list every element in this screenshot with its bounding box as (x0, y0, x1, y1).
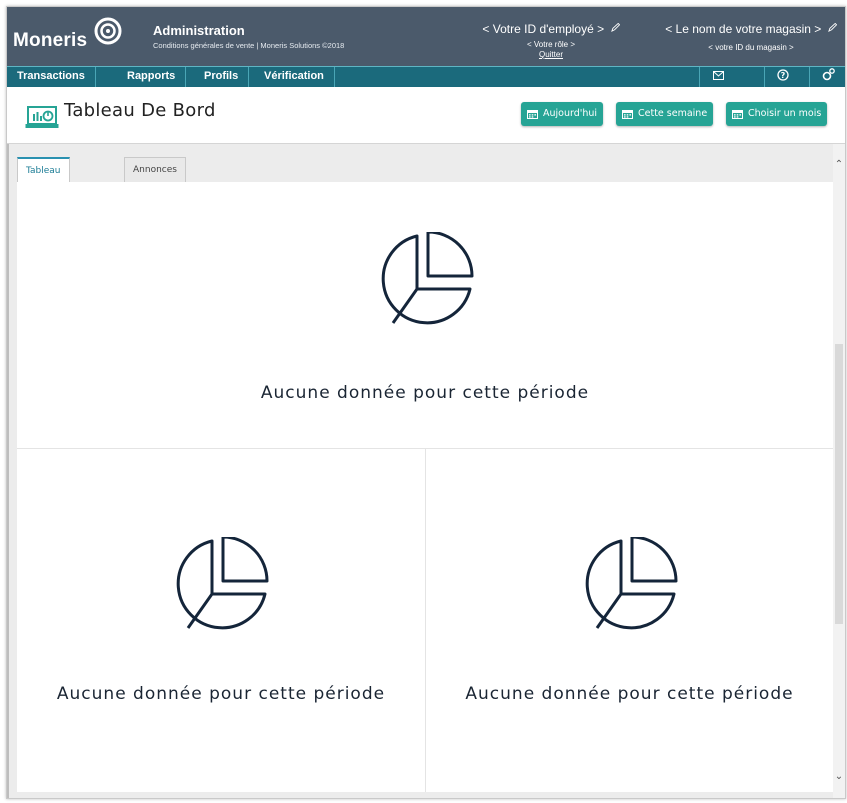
store-block: < Le nom de votre magasin > < votre ID d… (657, 20, 845, 52)
app-subtitle-link[interactable]: Conditions générales de vente | Moneris … (153, 41, 344, 50)
store-name[interactable]: < Le nom de votre magasin > (665, 22, 821, 36)
scroll-thumb[interactable] (835, 344, 843, 624)
nav-profils[interactable]: Profils (194, 67, 250, 87)
empty-state-text: Aucune donnée pour cette période (56, 684, 386, 704)
content-area: Tableau de bord Annonces Aucune donnée p… (7, 144, 845, 798)
today-button-label: Aujourd'hui (543, 108, 598, 119)
dashboard-icon (25, 106, 59, 128)
moneris-logo[interactable]: Moneris (13, 17, 133, 57)
scroll-up-icon[interactable]: ⌃ (833, 158, 845, 172)
main-nav: Transactions Rapports Profils Vérificati… (7, 66, 845, 88)
choose-month-button-label: Choisir un mois (748, 108, 822, 119)
content-left-border (7, 144, 9, 798)
dashboard-header: Tableau De Bord Aujourd'hui Cette semain… (7, 87, 845, 144)
app-title: Administration (153, 23, 245, 38)
tab-announcements[interactable]: Annonces (124, 157, 186, 182)
page-title: Tableau De Bord (64, 100, 216, 121)
pencil-icon[interactable] (610, 23, 620, 32)
nav-transactions[interactable]: Transactions (7, 67, 96, 87)
settings-icon[interactable] (809, 67, 845, 87)
bottom-right-chart-card: Aucune donnée pour cette période (426, 449, 833, 792)
app-window: Moneris Administration Conditions généra… (6, 6, 846, 799)
store-id: < votre ID du magasin > (708, 43, 794, 52)
nav-rapports[interactable]: Rapports (117, 67, 187, 87)
help-icon[interactable]: ? (764, 67, 801, 87)
dashboard-panel: Aucune donnée pour cette période Aucune … (17, 182, 833, 792)
calendar-icon (732, 110, 743, 119)
this-week-button[interactable]: Cette semaine (616, 102, 714, 126)
pie-chart-icon (381, 232, 474, 325)
this-week-button-label: Cette semaine (638, 108, 708, 119)
svg-text:?: ? (781, 71, 786, 80)
mail-icon[interactable] (699, 67, 736, 87)
logo-text: Moneris (13, 30, 88, 51)
tab-dashboard[interactable]: Tableau de bord (17, 157, 70, 224)
empty-state-text: Aucune donnée pour cette période (260, 383, 590, 403)
admin-block: Administration Conditions générales de v… (153, 23, 344, 50)
moneris-swirl-icon (94, 17, 122, 45)
choose-month-button[interactable]: Choisir un mois (726, 102, 828, 126)
pie-chart-icon (176, 537, 269, 630)
top-chart-card: Aucune donnée pour cette période (17, 182, 833, 449)
bottom-left-chart-card: Aucune donnée pour cette période (17, 449, 426, 792)
employee-id[interactable]: < Votre ID d'employé > (482, 22, 604, 36)
pencil-icon[interactable] (827, 23, 837, 32)
empty-state-text: Aucune donnée pour cette période (465, 684, 794, 704)
logout-link[interactable]: Quitter (471, 50, 631, 59)
scroll-down-icon[interactable]: ⌄ (833, 770, 845, 784)
employee-block: < Votre ID d'employé > < Votre rôle > Qu… (471, 20, 631, 59)
vertical-scrollbar[interactable]: ⌃ ⌄ (833, 144, 845, 798)
calendar-icon (622, 110, 633, 119)
pie-chart-icon (585, 537, 678, 630)
nav-verification[interactable]: Vérification (254, 67, 335, 87)
today-button[interactable]: Aujourd'hui (521, 102, 604, 126)
calendar-icon (527, 110, 538, 119)
top-header: Moneris Administration Conditions généra… (7, 7, 845, 66)
employee-role: < Votre rôle > (526, 40, 576, 49)
